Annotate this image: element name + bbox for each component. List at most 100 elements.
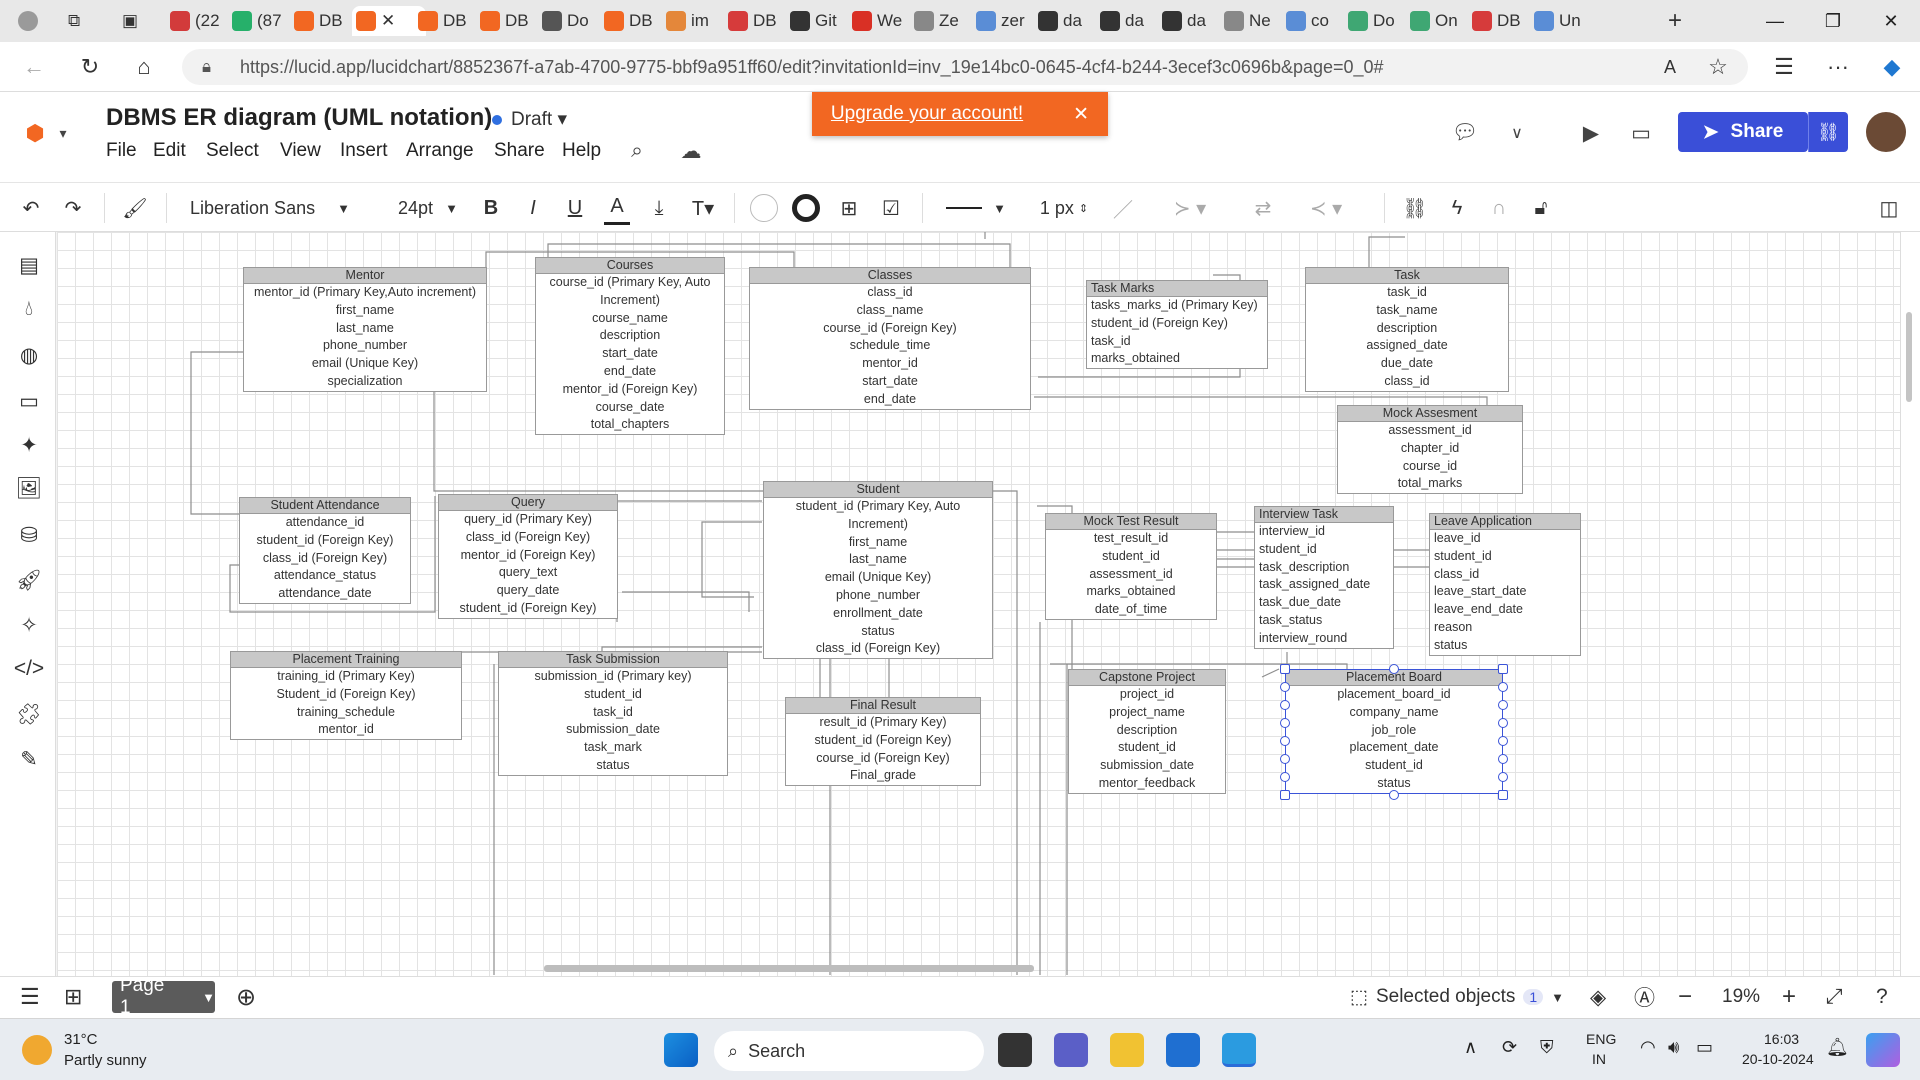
browser-tab[interactable]: (87 <box>228 6 286 36</box>
panel-toggle-icon[interactable]: ◫ <box>1874 191 1904 225</box>
selection-handle[interactable] <box>1498 664 1508 674</box>
lang-bottom[interactable]: IN <box>1592 1051 1606 1067</box>
format-painter-icon[interactable]: 🖌︎ <box>118 191 152 225</box>
er-table-mock[interactable]: Mock Assesment assessment_id chapter_id cou… <box>1337 405 1523 495</box>
selection-handle[interactable] <box>1280 718 1290 728</box>
document-title[interactable]: DBMS ER diagram (UML notation) <box>106 104 492 132</box>
upgrade-link[interactable]: Upgrade your account! <box>831 103 1023 125</box>
ink-drop-icon[interactable]: 💧︎ <box>14 294 44 324</box>
er-table-attendance[interactable]: Student Attendance attendance_id student_i… <box>239 497 411 604</box>
selection-handle[interactable] <box>1498 736 1508 746</box>
style-icon[interactable]: ☑ <box>876 191 906 225</box>
weather-icon[interactable] <box>22 1035 52 1065</box>
link-icon[interactable]: ⛓ <box>1400 191 1430 225</box>
menu-insert[interactable]: Insert <box>340 140 388 162</box>
horizontal-scrollbar[interactable] <box>544 965 1034 972</box>
page-tab[interactable]: Page 1 ▼ <box>112 975 215 1018</box>
selection-handle[interactable] <box>1389 790 1399 800</box>
plugin-icon[interactable]: 🧩︎ <box>14 700 44 730</box>
selection-handle[interactable] <box>1280 700 1290 710</box>
volume-icon[interactable]: 🔊︎ <box>1668 1037 1679 1058</box>
tray-chevron-icon[interactable]: ∧ <box>1464 1037 1477 1058</box>
rocket-icon[interactable]: 🚀︎ <box>14 566 44 596</box>
copilot-icon[interactable]: ◆ <box>1876 51 1908 83</box>
share-button[interactable]: ➤ Share <box>1678 112 1808 152</box>
browser-tab[interactable]: Ne <box>1220 6 1278 36</box>
more-icon[interactable]: ··· <box>1822 51 1854 83</box>
bold-button[interactable]: B <box>478 191 504 225</box>
line-color-button[interactable] <box>790 191 822 225</box>
browser-tab[interactable]: Git <box>786 6 844 36</box>
er-table-capstone[interactable]: Capstone Project project_id project_name de… <box>1068 669 1226 794</box>
binoculars-icon[interactable]: ⌕ <box>620 134 654 168</box>
vertical-scrollbar[interactable] <box>1906 312 1912 402</box>
layers-icon[interactable]: ◈ <box>1590 981 1606 1013</box>
text-color-button[interactable]: A <box>604 191 630 225</box>
browser-tab[interactable]: DB <box>476 6 534 36</box>
browser-tab[interactable]: da <box>1096 6 1154 36</box>
browser-tab[interactable]: DB <box>1468 6 1526 36</box>
magic-wand-icon[interactable]: ✦ <box>14 430 44 460</box>
selection-handle[interactable] <box>1498 682 1508 692</box>
lang-top[interactable]: ENG <box>1586 1031 1616 1047</box>
selection-handle[interactable] <box>1280 754 1290 764</box>
code-icon[interactable]: </> <box>14 654 44 684</box>
selection-handle[interactable] <box>1280 772 1290 782</box>
selection-handle[interactable] <box>1280 664 1290 674</box>
browser-tab[interactable]: Ze <box>910 6 968 36</box>
menu-share[interactable]: Share <box>494 140 545 162</box>
browser-tab[interactable]: im <box>662 6 720 36</box>
notification-bell-icon[interactable]: 🔔︎ <box>1826 1037 1849 1058</box>
selection-handle[interactable] <box>1498 790 1508 800</box>
comments-icon[interactable]: 💬︎ <box>1448 116 1482 150</box>
sparkle-icon[interactable]: ✧ <box>14 610 44 640</box>
browser-tab[interactable]: DB <box>724 6 782 36</box>
er-table-query[interactable]: Query query_id (Primary Key) class_id (For… <box>438 494 618 619</box>
browser-tab[interactable]: DB <box>600 6 658 36</box>
wifi-icon[interactable]: ◠ <box>1640 1037 1656 1058</box>
menu-edit[interactable]: Edit <box>153 140 186 162</box>
battery-icon[interactable]: ▭ <box>1696 1037 1713 1058</box>
draft-status[interactable]: Draft ▾ <box>492 108 567 131</box>
security-icon[interactable]: ⛨ <box>1540 1037 1554 1058</box>
tab-actions-icon[interactable]: ▣ <box>118 6 146 36</box>
selected-objects-button[interactable]: ⬚ Selected objects 1 ▼ <box>1350 981 1564 1013</box>
action-icon[interactable]: ϟ <box>1442 191 1472 225</box>
teams-icon[interactable] <box>1054 1033 1088 1067</box>
selection-handle[interactable] <box>1280 682 1290 692</box>
avatar[interactable] <box>1866 112 1906 152</box>
line-shape-icon[interactable]: ／ <box>1108 191 1138 225</box>
new-tab-button[interactable]: + <box>1664 6 1686 36</box>
er-table-board[interactable]: Placement Board placement_board_id company… <box>1285 669 1503 794</box>
start-button[interactable] <box>664 1033 698 1067</box>
browser-tab[interactable]: DB <box>414 6 472 36</box>
browser-tab[interactable]: co <box>1282 6 1340 36</box>
fit-to-screen-icon[interactable]: ⤢ <box>1826 981 1843 1013</box>
browser-tab[interactable]: da <box>1158 6 1216 36</box>
image-icon[interactable]: 🖼︎ <box>14 474 44 504</box>
underline-button[interactable]: U <box>562 191 588 225</box>
selection-handle[interactable] <box>1280 790 1290 800</box>
er-table-placement[interactable]: Placement Training training_id (Primary K… <box>230 651 462 741</box>
undo-icon[interactable]: ↶ <box>14 191 48 225</box>
er-table-mentor[interactable]: Mentor mentor_id (Primary Key,Auto increm… <box>243 267 487 392</box>
browser-tab[interactable]: On <box>1406 6 1464 36</box>
zoom-level[interactable]: 19% <box>1722 981 1760 1013</box>
browser-tab[interactable]: da <box>1034 6 1092 36</box>
home-button[interactable]: ⌂ <box>128 51 160 83</box>
clock-date[interactable]: 20-10-2024 <box>1742 1051 1814 1067</box>
copy-link-button[interactable]: ⛓ <box>1808 112 1848 152</box>
page-list-icon[interactable]: ☰ <box>20 981 40 1013</box>
profile-icon[interactable] <box>14 6 42 36</box>
shape-options-icon[interactable]: ⊞ <box>834 191 864 225</box>
er-table-submission[interactable]: Task Submission submission_id (Primary ke… <box>498 651 728 776</box>
selection-handle[interactable] <box>1498 754 1508 764</box>
line-start-icon[interactable]: ≻ ▾ <box>1160 191 1220 225</box>
line-width-field[interactable]: 1 px ⇕ <box>1036 191 1092 225</box>
sync-icon[interactable]: ⟳ <box>1502 1037 1517 1058</box>
lock-icon[interactable]: 🔓︎ <box>1526 191 1556 225</box>
line-style-select[interactable]: ▼ <box>946 191 1006 225</box>
er-table-courses[interactable]: Courses course_id (Primary Key, Auto Incre… <box>535 257 725 436</box>
reload-button[interactable]: ↻ <box>74 51 106 83</box>
browser-tab[interactable]: Do <box>1344 6 1402 36</box>
